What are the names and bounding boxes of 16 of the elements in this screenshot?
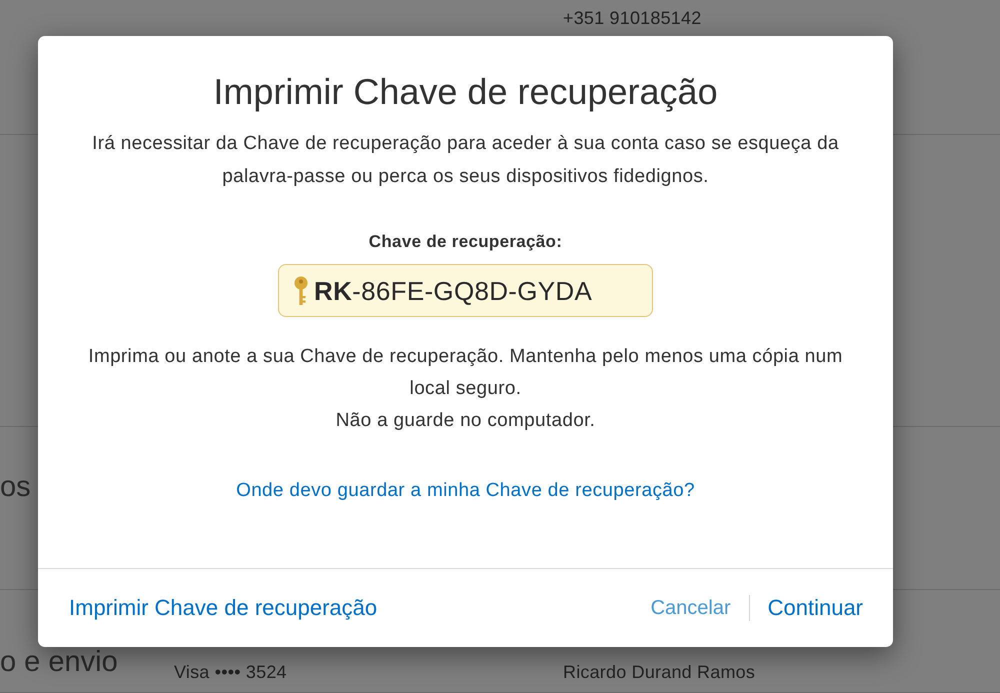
key-icon [294,276,308,306]
payment-card-text: Visa •••• 3524 [174,662,287,682]
contact-name: Ricardo Durand Ramos [563,662,756,682]
help-link[interactable]: Onde devo guardar a minha Chave de recuperação? [236,479,695,503]
dialog-title: Imprimir Chave de recuperação [213,71,718,113]
phone-number: +351 910185142 [563,8,702,28]
continue-button[interactable]: Continuar [768,595,863,621]
recovery-key-text: RK-86FE-GQ8D-GYDA [314,276,592,306]
section-heading: o e envio [0,646,118,678]
instruction-text: Não a guarde no computador. [336,409,596,433]
key-label: Chave de recuperação: [368,232,562,252]
dialog-description: Irá necessitar da Chave de recuperação para aceder à sua conta caso se esqueça da palavra-passe ou perca os seus dispositivos fidedignos. [91,132,840,189]
cancel-button[interactable]: Cancelar [650,596,731,620]
instruction-text: Imprima ou anote a sua Chave de recuperação. Mantenha pelo menos uma cópia num local seguro. [87,345,844,401]
section-heading: os [0,471,31,503]
print-key-link[interactable]: Imprimir Chave de recuperação [69,595,378,621]
